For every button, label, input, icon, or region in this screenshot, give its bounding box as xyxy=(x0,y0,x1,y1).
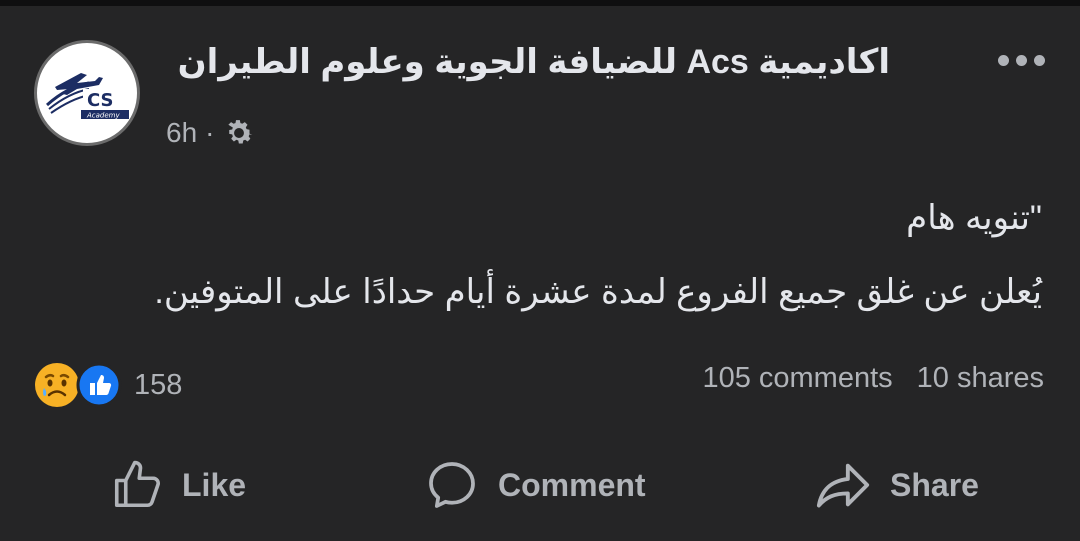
logo-text: CS xyxy=(87,90,114,111)
logo-subtext: Academy xyxy=(86,112,120,120)
page-name-link[interactable]: اكاديمية Acs للضيافة الجوية وعلوم الطيرا… xyxy=(178,42,890,82)
like-reaction-icon xyxy=(76,362,122,408)
dot-icon xyxy=(1034,54,1045,66)
comments-count[interactable]: 105 comments xyxy=(702,362,892,395)
share-label: Share xyxy=(890,466,979,503)
post-text-line-1: "تنويه هام xyxy=(906,199,1042,237)
page-avatar[interactable]: CS Academy xyxy=(34,40,140,146)
dot-icon xyxy=(998,54,1009,66)
sad-emoji-icon xyxy=(35,363,79,407)
share-arrow-icon xyxy=(816,463,870,508)
top-edge-bar xyxy=(0,0,1080,6)
like-button[interactable]: Like xyxy=(110,452,246,518)
post-meta: 6h · xyxy=(166,116,256,150)
reactions-summary[interactable]: 158 xyxy=(32,360,182,410)
post-time[interactable]: 6h xyxy=(166,117,197,149)
share-button[interactable]: Share xyxy=(814,452,979,518)
more-options-button[interactable] xyxy=(998,50,1056,70)
meta-separator: · xyxy=(205,117,215,148)
academy-logo-icon: CS Academy xyxy=(45,73,129,120)
gear-icon[interactable] xyxy=(222,116,256,150)
thumbs-up-icon xyxy=(114,460,160,508)
reaction-count[interactable]: 158 xyxy=(134,369,182,402)
dot-icon xyxy=(1016,54,1027,66)
comment-label: Comment xyxy=(498,466,646,503)
post-action-bar: Like Comment Share xyxy=(0,452,1080,518)
post-text-line-2: يُعلن عن غلق جميع الفروع لمدة عشرة أيام … xyxy=(154,273,1042,311)
comment-icon xyxy=(429,462,475,508)
engagement-stats: 105 comments 10 shares xyxy=(702,362,1044,395)
shares-count[interactable]: 10 shares xyxy=(917,362,1044,395)
like-label: Like xyxy=(182,466,247,503)
comment-button[interactable]: Comment xyxy=(424,452,646,518)
